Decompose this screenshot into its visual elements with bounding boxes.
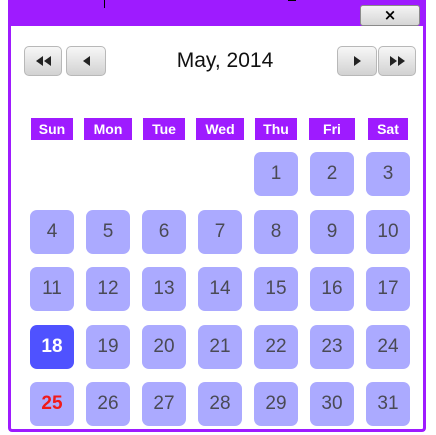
arrow-right-icon: [353, 56, 361, 66]
double-arrow-right-icon-part: [397, 56, 405, 66]
day-cell-29[interactable]: 29: [254, 382, 298, 426]
weekday-header-fri: Fri: [309, 118, 355, 140]
day-cell-4[interactable]: 4: [30, 210, 74, 254]
day-cell-1[interactable]: 1: [254, 152, 298, 196]
day-cell-27[interactable]: 27: [142, 382, 186, 426]
empty-day-cell: [30, 152, 74, 196]
next-month-button[interactable]: [337, 46, 377, 76]
month-year-label: May, 2014: [176, 49, 274, 72]
day-cell-3[interactable]: 3: [366, 152, 410, 196]
day-cell-30[interactable]: 30: [310, 382, 354, 426]
day-cell-16[interactable]: 16: [310, 267, 354, 311]
day-cell-23[interactable]: 23: [310, 325, 354, 369]
day-cell-11[interactable]: 11: [30, 267, 74, 311]
weekday-header-mon: Mon: [84, 118, 132, 140]
day-cell-18[interactable]: 18: [30, 325, 74, 369]
day-cell-14[interactable]: 14: [198, 267, 242, 311]
prev-month-button[interactable]: [66, 46, 106, 76]
empty-day-cell: [198, 152, 242, 196]
double-arrow-left-icon-part: [43, 56, 51, 66]
day-cell-5[interactable]: 5: [86, 210, 130, 254]
weekday-header-tue: Tue: [143, 118, 185, 140]
empty-day-cell: [142, 152, 186, 196]
empty-day-cell: [86, 152, 130, 196]
day-cell-26[interactable]: 26: [86, 382, 130, 426]
day-cell-24[interactable]: 24: [366, 325, 410, 369]
weekday-header-wed: Wed: [196, 118, 244, 140]
day-cell-21[interactable]: 21: [198, 325, 242, 369]
day-cell-7[interactable]: 7: [198, 210, 242, 254]
prev-year-button[interactable]: [24, 46, 62, 76]
calendar-window: × May, 2014 Sun Mon Tue Wed Thu Fri Sat 123456…: [0, 0, 436, 435]
day-cell-17[interactable]: 17: [366, 267, 410, 311]
weekday-header-sun: Sun: [31, 118, 73, 140]
day-cell-9[interactable]: 9: [310, 210, 354, 254]
day-cell-22[interactable]: 22: [254, 325, 298, 369]
weekday-header-thu: Thu: [255, 118, 297, 140]
day-cell-28[interactable]: 28: [198, 382, 242, 426]
day-cell-8[interactable]: 8: [254, 210, 298, 254]
day-cell-19[interactable]: 19: [86, 325, 130, 369]
day-cell-25[interactable]: 25: [30, 382, 74, 426]
double-arrow-right-icon: [389, 56, 397, 66]
day-cell-20[interactable]: 20: [142, 325, 186, 369]
day-cell-10[interactable]: 10: [366, 210, 410, 254]
next-year-button[interactable]: [378, 46, 416, 76]
day-cell-12[interactable]: 12: [86, 267, 130, 311]
day-cell-6[interactable]: 6: [142, 210, 186, 254]
day-cell-15[interactable]: 15: [254, 267, 298, 311]
weekday-header-sat: Sat: [368, 118, 408, 140]
double-arrow-left-icon: [35, 56, 43, 66]
day-cell-31[interactable]: 31: [366, 382, 410, 426]
arrow-left-icon: [82, 56, 90, 66]
day-cell-2[interactable]: 2: [310, 152, 354, 196]
day-cell-13[interactable]: 13: [142, 267, 186, 311]
